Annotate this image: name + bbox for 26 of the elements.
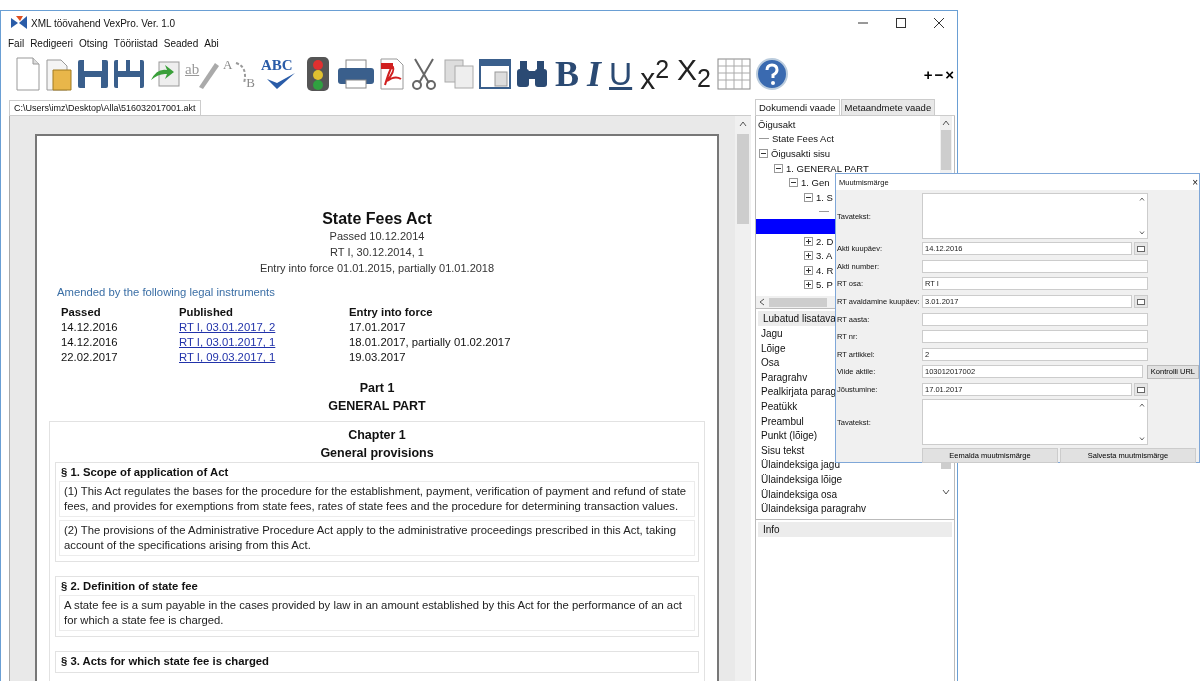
act-meta-line: Entry into force 01.01.2015, partially 01.01.2018 <box>258 261 496 276</box>
part-heading: GENERAL PART <box>327 398 427 415</box>
chapter-heading: General provisions <box>319 445 435 462</box>
section-paragraph: (1) This Act regulates the bases for the procedure for the establishment, payment, verification of payment and refund of state fees, and provides for exemptions from state fees, rates of state fees and the procedure for determining transaction values. <box>59 481 695 517</box>
section-heading: § 1. Scope of application of Act <box>60 465 230 480</box>
amendments-heading: Amended by the following legal instruments <box>57 286 276 298</box>
column-header: Passed <box>61 305 102 320</box>
table-cell: 14.12.2016 <box>61 321 118 333</box>
table-cell: 14.12.2016 <box>61 336 118 348</box>
section-heading: § 3. Acts for which state fee is charged <box>60 654 271 669</box>
section-paragraph: A state fee is a sum payable in the cases provided by law in an amount established by this Act for the performance of an act for which a state fee is charged. <box>59 595 695 631</box>
chapter-heading: Chapter 1 <box>347 427 407 444</box>
section-heading: § 2. Definition of state fee <box>60 579 199 594</box>
section-paragraph: (2) The provisions of the Administrative Procedure Act apply to the administrative proceedings prescribed in this Act, taking account of the specifications arising from this Act. <box>59 520 695 556</box>
table-cell: 18.01.2017, partially 01.02.2017 <box>349 336 511 348</box>
act-meta-line: Passed 10.12.2014 <box>328 229 426 244</box>
part-heading: Part 1 <box>358 380 396 397</box>
column-header: Entry into force <box>349 305 434 320</box>
table-cell: 19.03.2017 <box>349 351 406 363</box>
act-title: State Fees Act <box>321 210 433 228</box>
table-cell: 17.01.2017 <box>349 321 406 333</box>
table-cell: 22.02.2017 <box>61 351 118 363</box>
panel-header: Info <box>758 522 952 537</box>
act-meta-line: RT I, 30.12.2014, 1 <box>329 245 425 260</box>
window-title: XML töövahend VexPro. Ver. 1.0 <box>31 17 176 29</box>
column-header: Published <box>179 305 234 320</box>
